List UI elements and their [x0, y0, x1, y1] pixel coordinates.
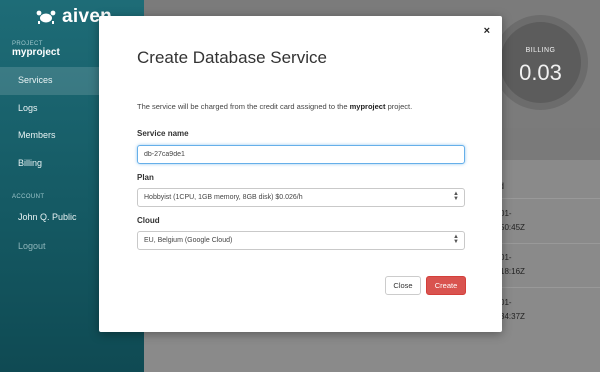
billing-summary: BILLING 0.03 [493, 15, 588, 110]
plan-selected-value: Hobbyist (1CPU, 1GB memory, 8GB disk) $0… [144, 194, 303, 201]
cloud-select[interactable]: EU, Belgium (Google Cloud) ▲ ▼ [137, 231, 465, 250]
create-button[interactable]: Create [426, 276, 466, 295]
account-label: ACCOUNT [12, 194, 45, 200]
table-row: 01- 18:16Z [500, 251, 525, 279]
modal-description: The service will be charged from the cre… [137, 101, 477, 112]
description-suffix: project. [387, 102, 413, 111]
cloud-selected-value: EU, Belgium (Google Cloud) [144, 237, 233, 244]
row-date-line1: 01- [500, 209, 512, 218]
service-name-label: Service name [137, 129, 189, 138]
project-name[interactable]: myproject [12, 47, 60, 58]
billing-label: BILLING [525, 47, 556, 54]
billing-amount: 0.03 [519, 60, 562, 85]
select-caret-icon: ▲ ▼ [453, 191, 459, 202]
select-caret-icon: ▲ ▼ [453, 234, 459, 245]
logout-link[interactable]: Logout [18, 241, 46, 251]
row-date-line2: 50:45Z [500, 223, 525, 232]
modal-title: Create Database Service [137, 48, 327, 67]
table-row: 01- 34:37Z [500, 296, 525, 324]
description-project: myproject [349, 102, 386, 111]
account-user[interactable]: John Q. Public [18, 212, 77, 222]
modal-close-icon[interactable]: × [484, 25, 490, 37]
plan-select[interactable]: Hobbyist (1CPU, 1GB memory, 8GB disk) $0… [137, 188, 465, 207]
service-name-field[interactable] [137, 145, 465, 164]
row-date-line1: 01- [500, 298, 512, 307]
service-name-input[interactable] [144, 146, 444, 163]
row-date-line1: 01- [500, 253, 512, 262]
table-row: 01- 50:45Z [500, 207, 525, 235]
close-button[interactable]: Close [385, 276, 421, 295]
cloud-label: Cloud [137, 216, 160, 225]
crab-logo-icon [36, 10, 56, 24]
plan-label: Plan [137, 173, 154, 182]
row-date-line2: 18:16Z [500, 267, 525, 276]
row-date-line2: 34:37Z [500, 312, 525, 321]
description-prefix: The service will be charged from the cre… [137, 102, 348, 111]
create-service-modal: × Create Database Service The service wi… [99, 16, 502, 332]
